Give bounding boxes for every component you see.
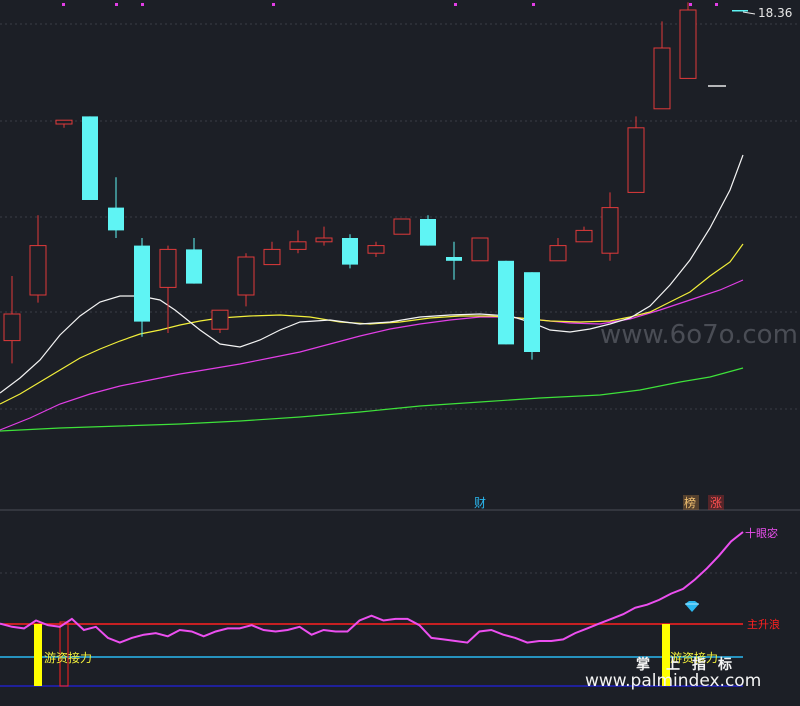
hot-money-label-left: 游资接力 (44, 650, 92, 665)
candle-body (601, 207, 619, 254)
fin-marker: 财 (474, 496, 486, 510)
candle-body (159, 248, 177, 288)
top-marker (62, 3, 65, 6)
candle-up (679, 2, 697, 79)
price-label: 18.36 (758, 6, 792, 20)
candle-body (237, 256, 255, 296)
top-marker (141, 3, 144, 6)
zhang-marker: 涨 (710, 495, 722, 510)
candle-body (653, 47, 671, 110)
candle-body (498, 260, 514, 345)
candle-body (393, 218, 411, 235)
signal-bar-left (34, 624, 42, 686)
candle-body (732, 10, 748, 12)
candle-body (186, 249, 202, 284)
candle-body (627, 127, 645, 193)
candle-down (82, 116, 98, 200)
candle-body (82, 116, 98, 200)
top-marker (689, 3, 692, 6)
candle-down (498, 260, 514, 345)
candle-body (575, 229, 593, 243)
main-wave-label: 主升浪 (747, 617, 780, 631)
candle-up (627, 116, 645, 193)
top-marker (115, 3, 118, 6)
candle-body (108, 207, 124, 231)
candle-body (342, 238, 358, 265)
top-marker (715, 3, 718, 6)
candle-body (211, 309, 229, 330)
candle-body (524, 272, 540, 352)
candle-body (420, 219, 436, 246)
candle-down (732, 10, 748, 12)
candle-body (3, 313, 21, 342)
top-marker (532, 3, 535, 6)
candle-body (446, 257, 462, 261)
candle-body (134, 245, 150, 322)
candle-body (679, 9, 697, 79)
top-marker (272, 3, 275, 6)
candle-down (420, 215, 436, 246)
candle-body (549, 245, 567, 262)
top-watermark: www.6o7o.com (600, 320, 798, 350)
candle-body (289, 241, 307, 250)
candle-body (471, 237, 489, 262)
candle-body (263, 248, 281, 266)
bottom-watermark: www.palmindex.com (585, 671, 761, 691)
candle-up (393, 218, 411, 235)
candle-body (55, 119, 73, 125)
top-level-label: 十眼宓 (745, 526, 778, 540)
candle-up (211, 309, 229, 333)
bang-marker: 榜 (684, 495, 696, 510)
candle-body (29, 245, 47, 296)
stock-chart: 18.36 www.6o7o.com 财 榜 涨 主升浪 十眼宓 游资接力 游资… (0, 0, 800, 706)
candle-down (342, 234, 358, 269)
candle-down (524, 272, 540, 360)
candle-body (315, 237, 333, 243)
chart-background (0, 0, 800, 706)
top-marker (454, 3, 457, 6)
candle-up (471, 237, 489, 262)
candle-body (367, 245, 385, 254)
